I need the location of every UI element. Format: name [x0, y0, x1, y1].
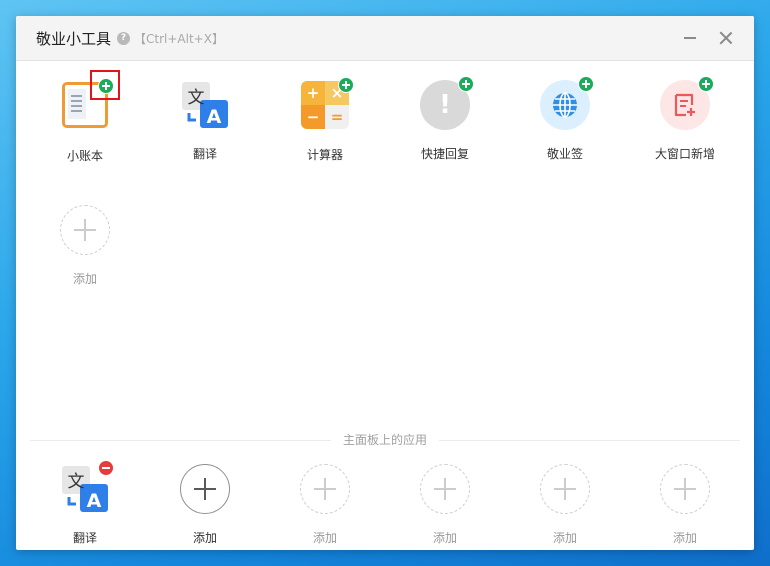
title-bar[interactable]: 敬业小工具 ? 【Ctrl+Alt+X】	[16, 16, 754, 61]
add-tool-icon-wrap	[60, 205, 110, 255]
tool-label: 小账本	[66, 149, 103, 163]
panel-divider-label: 主面板上的应用	[330, 432, 440, 448]
panel-app-translate[interactable]: 文 A 翻译	[25, 460, 145, 546]
close-icon	[719, 31, 733, 45]
translate-en-glyph: A	[87, 490, 102, 512]
translate-en-glyph: A	[207, 106, 222, 128]
tool-ledger-icon-wrap	[60, 70, 120, 132]
plus-icon	[554, 478, 576, 500]
window-title: 敬业小工具	[36, 29, 112, 48]
translate-icon: 文 A	[182, 82, 228, 128]
tool-label: 敬业签	[546, 147, 583, 161]
calc-plus: +	[301, 81, 325, 105]
remove-badge-icon[interactable]	[98, 460, 114, 476]
add-badge-icon[interactable]	[458, 76, 474, 92]
add-circle	[420, 464, 470, 514]
add-circle	[60, 205, 110, 255]
tool-translate[interactable]: 文 A 翻译	[145, 80, 265, 162]
tool-quick-reply-icon-wrap: !	[420, 76, 474, 130]
add-circle	[660, 464, 710, 514]
tool-translate-icon-wrap: 文 A	[180, 80, 230, 130]
tool-label: 快捷回复	[420, 147, 469, 161]
ledger-line	[71, 95, 82, 97]
add-badge-icon[interactable]	[338, 77, 354, 93]
panel-add-icon-wrap	[300, 464, 350, 514]
shortcut-hint: 【Ctrl+Alt+X】	[134, 31, 224, 46]
panel-add-icon-wrap	[540, 464, 590, 514]
tool-window: 敬业小工具 ? 【Ctrl+Alt+X】 小账本 文 A 翻译 + × − = …	[16, 16, 754, 550]
tool-calculator-icon-wrap: + × − =	[300, 77, 354, 131]
tool-label: 大窗口新增	[654, 147, 715, 161]
calc-equals: =	[325, 105, 349, 129]
panel-add-icon-wrap	[420, 464, 470, 514]
tool-jingyeqian[interactable]: 敬业签	[505, 76, 625, 162]
translate-cn-glyph: 文	[68, 472, 85, 492]
sticky-note-add-icon	[674, 93, 695, 117]
tool-ledger[interactable]: 小账本	[25, 70, 145, 164]
panel-app-label: 添加	[192, 531, 217, 545]
tool-jingyeqian-icon-wrap	[540, 76, 594, 130]
panel-add-slot[interactable]: 添加	[145, 464, 265, 546]
minimize-icon	[684, 37, 696, 39]
tool-quick-reply[interactable]: ! 快捷回复	[385, 76, 505, 162]
calc-minus: −	[301, 105, 325, 129]
add-circle	[540, 464, 590, 514]
ledger-page	[68, 89, 86, 119]
plus-icon	[74, 219, 96, 241]
globe-icon	[553, 92, 577, 118]
panel-add-slot[interactable]: 添加	[265, 464, 385, 546]
panel-add-slot[interactable]: 添加	[505, 464, 625, 546]
panel-add-slot[interactable]: 添加	[625, 464, 745, 546]
panel-add-icon-wrap	[660, 464, 710, 514]
tool-calculator[interactable]: + × − = 计算器	[265, 77, 385, 163]
panel-translate-icon-wrap: 文 A	[60, 460, 114, 514]
add-circle	[300, 464, 350, 514]
add-badge-icon[interactable]	[698, 76, 714, 92]
highlight-box	[90, 70, 120, 100]
close-button[interactable]	[716, 28, 736, 48]
tool-label: 计算器	[306, 148, 343, 162]
tool-label: 翻译	[192, 147, 217, 161]
plus-icon	[314, 478, 336, 500]
panel-add-icon-wrap	[180, 464, 230, 514]
plus-icon	[674, 478, 696, 500]
plus-icon	[434, 478, 456, 500]
add-circle	[180, 464, 230, 514]
panel-app-label: 添加	[312, 531, 337, 545]
help-icon[interactable]: ?	[117, 31, 131, 45]
add-badge-icon[interactable]	[90, 70, 120, 100]
tool-big-window-add[interactable]: 大窗口新增	[625, 76, 745, 162]
panel-app-label: 添加	[432, 531, 457, 545]
add-badge-icon[interactable]	[578, 76, 594, 92]
panel-app-label: 添加	[552, 531, 577, 545]
panel-app-label: 翻译	[72, 531, 97, 545]
add-label: 添加	[72, 272, 97, 286]
ledger-line	[71, 105, 82, 107]
tool-big-window-add-icon-wrap	[660, 76, 714, 130]
panel-app-label: 添加	[672, 531, 697, 545]
translate-cn-glyph: 文	[188, 88, 205, 108]
panel-add-slot[interactable]: 添加	[385, 464, 505, 546]
ledger-line	[71, 110, 82, 112]
ledger-line	[71, 100, 82, 102]
minimize-button[interactable]	[680, 28, 700, 48]
plus-icon	[194, 478, 216, 500]
add-tool-button[interactable]: 添加	[25, 205, 145, 287]
